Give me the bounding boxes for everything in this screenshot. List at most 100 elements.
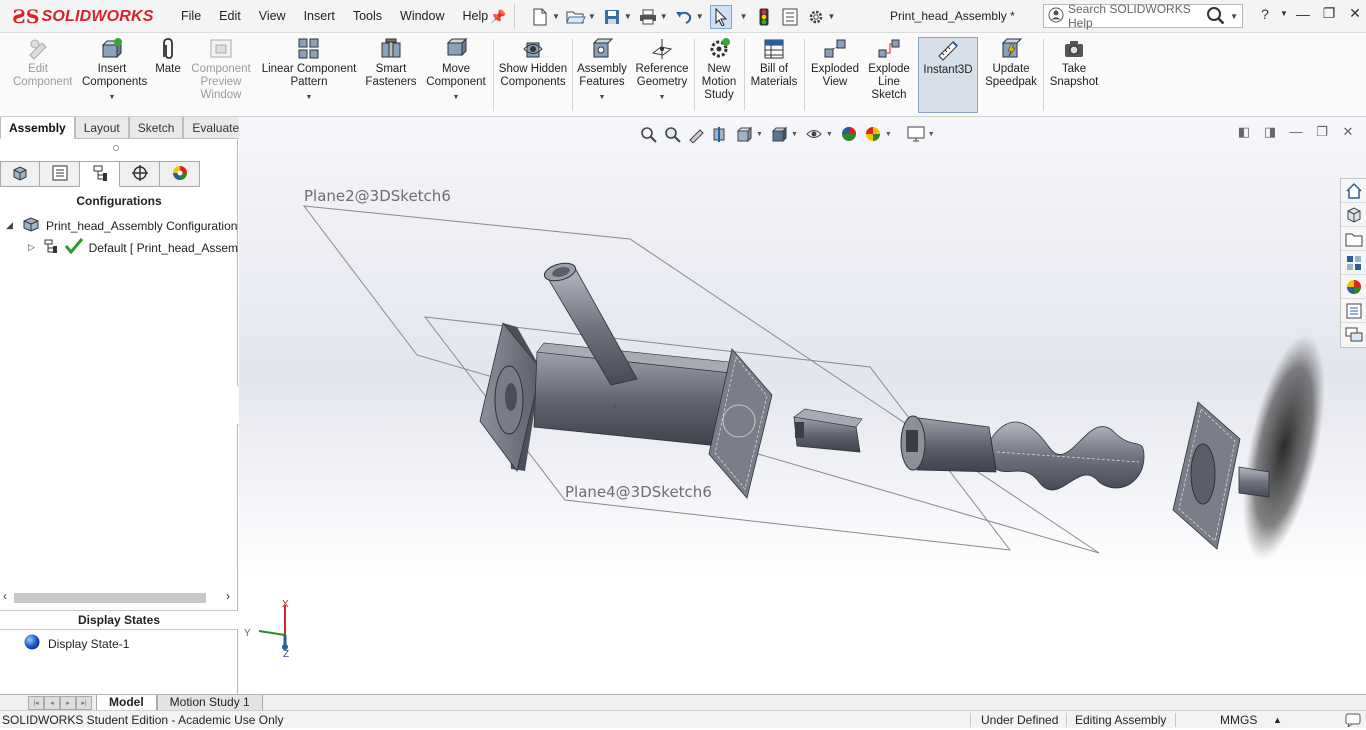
chevron-down-icon[interactable]: ▼ (1230, 12, 1238, 21)
new-document-button[interactable]: ▼ (530, 5, 560, 29)
view-settings-icon[interactable] (904, 124, 928, 144)
chevron-down-icon[interactable]: ▼ (588, 12, 596, 21)
view-orientation-icon[interactable] (732, 124, 756, 144)
restore-icon[interactable]: ❐ (1316, 5, 1342, 22)
chevron-down-icon[interactable]: ▼ (599, 91, 606, 104)
left-mount-plate[interactable] (479, 322, 542, 472)
collapsed-arrow-icon[interactable]: ▷ (28, 242, 43, 253)
tab-assembly[interactable]: Assembly (0, 117, 75, 139)
rebuild-button[interactable] (754, 5, 774, 29)
search-input[interactable]: Search SOLIDWORKS Help (1068, 2, 1206, 30)
help-icon[interactable]: ? (1252, 6, 1278, 22)
chevron-up-icon[interactable]: ▲ (1273, 715, 1282, 725)
restore-icon[interactable]: ❐ (1309, 124, 1335, 140)
forum-icon[interactable] (1341, 323, 1366, 347)
menu-window[interactable]: Window (391, 9, 453, 23)
last-tab-icon[interactable]: ▸| (76, 695, 92, 710)
scrollbar-thumb[interactable] (14, 593, 206, 603)
chevron-down-icon[interactable]: ▼ (696, 12, 704, 21)
zoom-to-fit-icon[interactable] (636, 124, 660, 144)
tab-configuration-manager[interactable] (80, 161, 120, 187)
file-explorer-icon[interactable] (1341, 227, 1366, 251)
tab-display-manager[interactable] (160, 161, 200, 187)
design-library-icon[interactable] (1341, 203, 1366, 227)
tile-left-icon[interactable]: ◧ (1231, 124, 1257, 140)
chevron-down-icon[interactable]: ▼ (885, 131, 892, 138)
appearances-icon[interactable] (1341, 275, 1366, 299)
chevron-down-icon[interactable]: ▼ (306, 91, 313, 104)
panel-resize-handle[interactable] (113, 145, 119, 151)
tree-item-default[interactable]: ▷ Default [ Print_head_Assem (28, 238, 238, 257)
chevron-down-icon[interactable]: ▼ (1278, 9, 1290, 18)
reference-geometry-button[interactable]: Reference Geometry ▼ (632, 37, 692, 113)
help-search-box[interactable]: Search SOLIDWORKS Help ▼ (1043, 2, 1243, 30)
open-button[interactable]: ▼ (566, 5, 596, 29)
assembly-scene[interactable]: Plane2@3DSketch6 Plane4@3DSketch6 X Y Z (239, 117, 1366, 694)
chevron-down-icon[interactable]: ▼ (826, 131, 833, 138)
chevron-down-icon[interactable]: ▼ (756, 131, 763, 138)
print-button[interactable]: ▼ (638, 5, 668, 29)
hide-show-items-icon[interactable] (802, 124, 826, 144)
minimize-icon[interactable]: — (1283, 124, 1309, 140)
first-tab-icon[interactable]: |◂ (28, 695, 44, 710)
menu-edit[interactable]: Edit (210, 9, 250, 23)
units-selector[interactable]: MMGS (1220, 713, 1257, 727)
chevron-down-icon[interactable]: ▼ (660, 12, 668, 21)
chevron-down-icon[interactable]: ▼ (552, 12, 560, 21)
move-component-button[interactable]: Move Component ▼ (422, 37, 490, 113)
home-icon[interactable] (1341, 179, 1366, 203)
close-icon[interactable]: ✕ (1335, 124, 1361, 140)
tile-right-icon[interactable]: ◨ (1257, 124, 1283, 140)
tab-model[interactable]: Model (96, 694, 157, 711)
extruder-body[interactable] (533, 342, 740, 448)
options-button[interactable]: ▼ (806, 5, 836, 29)
display-state-item[interactable]: Display State-1 (24, 634, 129, 653)
edit-appearance-icon[interactable] (837, 124, 861, 144)
tab-layout[interactable]: Layout (74, 117, 129, 139)
zoom-to-area-icon[interactable] (660, 124, 684, 144)
graphics-area[interactable]: Plane2@3DSketch6 Plane4@3DSketch6 X Y Z … (239, 117, 1366, 694)
bill-of-materials-button[interactable]: Bill of Materials (746, 37, 802, 113)
chevron-down-icon[interactable]: ▼ (453, 91, 460, 104)
take-snapshot-button[interactable]: Take Snapshot (1046, 37, 1102, 113)
quick-tips-icon[interactable] (1345, 713, 1361, 730)
update-speedpak-button[interactable]: Update Speedpak (982, 37, 1040, 113)
minimize-icon[interactable]: — (1290, 6, 1316, 22)
chevron-down-icon[interactable]: ▼ (740, 12, 748, 21)
scroll-right-icon[interactable]: › (226, 589, 230, 603)
chevron-down-icon[interactable]: ▼ (624, 12, 632, 21)
select-dropdown[interactable]: ▼ (738, 5, 748, 29)
prev-tab-icon[interactable]: ◂ (44, 695, 60, 710)
apply-scene-icon[interactable] (861, 124, 885, 144)
close-icon[interactable]: ✕ (1342, 5, 1366, 22)
display-style-icon[interactable] (767, 124, 791, 144)
insert-components-button[interactable]: Insert Components ▼ (76, 37, 148, 113)
tab-feature-manager[interactable] (0, 161, 40, 187)
mate-button[interactable]: Mate (150, 37, 186, 113)
chevron-down-icon[interactable]: ▼ (791, 131, 798, 138)
search-icon[interactable] (1206, 6, 1226, 27)
undo-button[interactable]: ▼ (674, 5, 704, 29)
assembly-features-button[interactable]: Assembly Features ▼ (574, 37, 630, 113)
previous-view-icon[interactable] (684, 124, 708, 144)
menu-view[interactable]: View (250, 9, 295, 23)
chevron-down-icon[interactable]: ▼ (828, 12, 836, 21)
edit-component-button[interactable]: Edit Component (4, 37, 72, 113)
solidworks-logo[interactable]: ƧS SOLIDWORKS (12, 3, 154, 31)
tree-root-configuration[interactable]: ◢ Print_head_Assembly Configuration (6, 216, 237, 235)
menu-tools[interactable]: Tools (344, 9, 391, 23)
pin-menu-icon[interactable]: 📌 (490, 9, 506, 25)
chevron-down-icon[interactable]: ▼ (659, 91, 666, 104)
menu-insert[interactable]: Insert (295, 9, 344, 23)
coupler-block[interactable] (793, 408, 863, 453)
smart-fasteners-button[interactable]: Smart Fasteners (364, 37, 418, 113)
instant3d-button[interactable]: Instant3D (918, 37, 978, 113)
tab-motion-study[interactable]: Motion Study 1 (156, 694, 263, 711)
new-motion-study-button[interactable]: New Motion Study (696, 37, 742, 113)
scroll-left-icon[interactable]: ‹ (3, 589, 7, 603)
tab-property-manager[interactable] (40, 161, 80, 187)
save-button[interactable]: ▼ (602, 5, 632, 29)
chevron-down-icon[interactable]: ▼ (928, 131, 935, 138)
tab-sketch[interactable]: Sketch (128, 117, 184, 139)
file-properties-button[interactable] (780, 5, 800, 29)
